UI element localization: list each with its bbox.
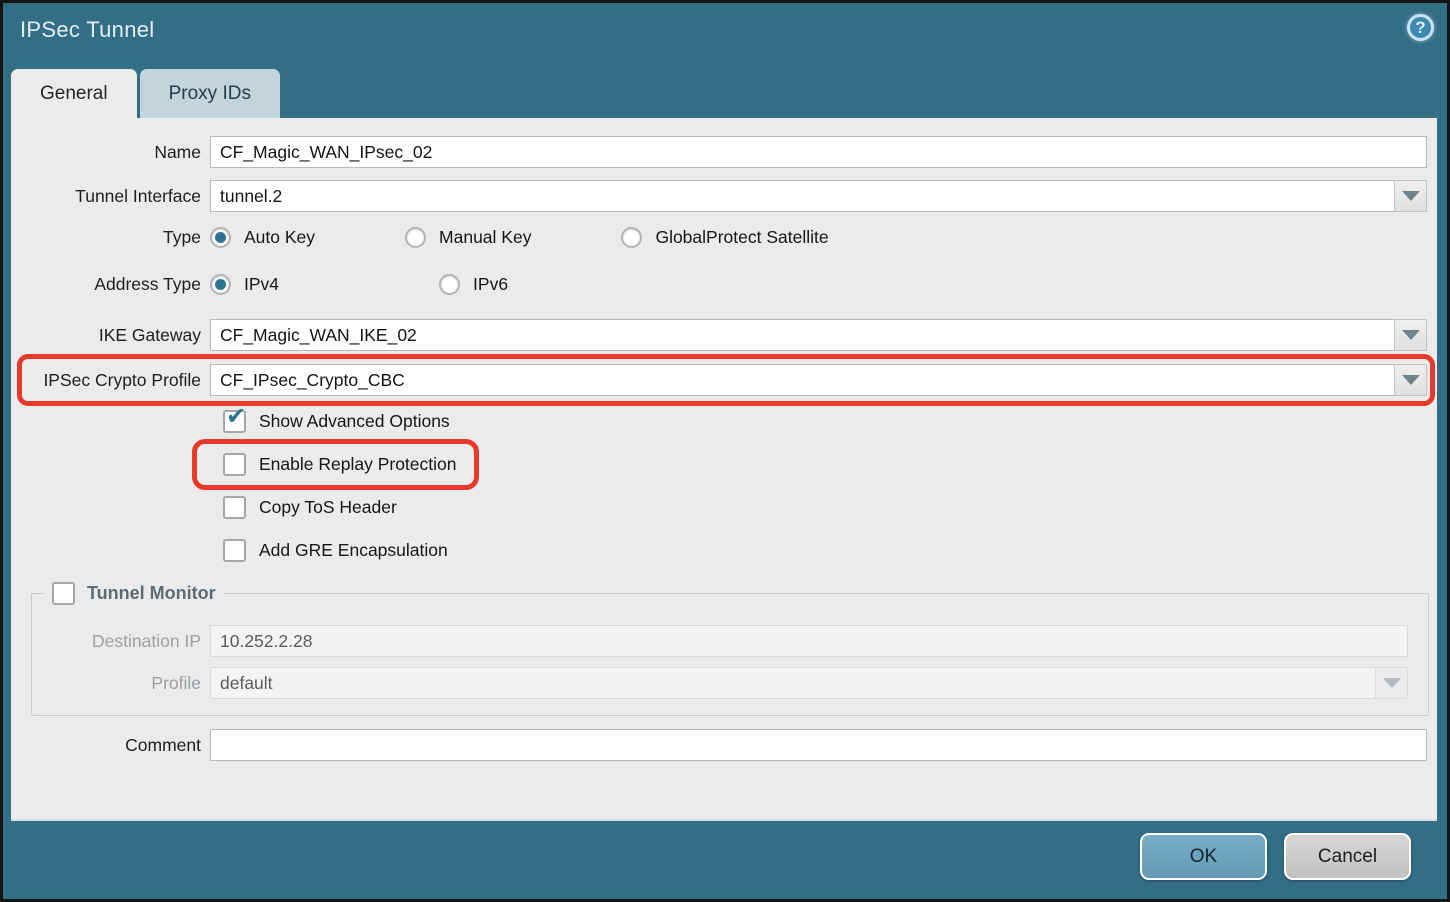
tunnel-interface-combo xyxy=(210,180,1427,212)
show-advanced-options-label: Show Advanced Options xyxy=(259,411,450,432)
help-icon[interactable]: ? xyxy=(1407,14,1434,41)
tunnel-monitor-group: Tunnel Monitor Destination IP Profile xyxy=(31,582,1429,716)
dialog-footer: OK Cancel xyxy=(3,815,1447,899)
type-row: Type Auto Key Manual Key GlobalProtect S… xyxy=(11,227,1427,248)
radio-unselected-icon[interactable] xyxy=(439,274,460,295)
checkbox-unchecked[interactable] xyxy=(223,539,246,562)
destination-ip-input xyxy=(210,625,1408,657)
footer-buttons: OK Cancel xyxy=(1140,833,1411,880)
address-type-row: Address Type IPv4 IPv6 xyxy=(11,274,1427,295)
name-row: Name xyxy=(11,136,1427,168)
checkbox-unchecked[interactable] xyxy=(223,453,246,476)
ipsec-crypto-profile-label: IPSec Crypto Profile xyxy=(11,370,210,391)
radio-manual-key-label: Manual Key xyxy=(439,227,531,248)
tunnel-monitor-legend: Tunnel Monitor xyxy=(44,582,224,605)
comment-row: Comment xyxy=(11,729,1427,761)
radio-manual-key[interactable]: Manual Key xyxy=(405,227,531,248)
enable-replay-protection-label: Enable Replay Protection xyxy=(259,454,456,475)
ike-gateway-label: IKE Gateway xyxy=(11,325,210,346)
copy-tos-header-row[interactable]: Copy ToS Header xyxy=(223,496,397,519)
chevron-down-icon xyxy=(1402,330,1420,340)
ike-gateway-input[interactable] xyxy=(210,319,1394,351)
radio-selected-icon[interactable] xyxy=(210,227,231,248)
radio-selected-icon[interactable] xyxy=(210,274,231,295)
ike-gateway-combo xyxy=(210,319,1427,351)
monitor-profile-dropdown-button xyxy=(1375,667,1408,699)
type-radio-group: Auto Key Manual Key GlobalProtect Satell… xyxy=(210,227,829,248)
monitor-profile-row: Profile xyxy=(32,667,1408,699)
monitor-profile-combo xyxy=(210,667,1408,699)
enable-replay-protection-row[interactable]: Enable Replay Protection xyxy=(223,453,456,476)
tunnel-interface-input[interactable] xyxy=(210,180,1394,212)
check-icon: ✔ xyxy=(226,405,246,429)
checkbox-checked[interactable]: ✔ xyxy=(223,410,246,433)
tunnel-interface-row: Tunnel Interface xyxy=(11,180,1427,212)
tab-general[interactable]: General xyxy=(11,69,137,118)
tunnel-interface-dropdown-button[interactable] xyxy=(1394,180,1427,212)
radio-ipv4[interactable]: IPv4 xyxy=(210,274,279,295)
radio-unselected-icon[interactable] xyxy=(405,227,426,248)
ipsec-crypto-profile-dropdown-button[interactable] xyxy=(1394,364,1427,396)
add-gre-encapsulation-label: Add GRE Encapsulation xyxy=(259,540,448,561)
radio-unselected-icon[interactable] xyxy=(621,227,642,248)
general-tab-panel: Name Tunnel Interface Type Auto Key xyxy=(11,118,1437,821)
copy-tos-header-label: Copy ToS Header xyxy=(259,497,397,518)
ipsec-crypto-profile-row: IPSec Crypto Profile xyxy=(11,364,1427,396)
ok-button[interactable]: OK xyxy=(1140,833,1267,880)
chevron-down-icon xyxy=(1402,375,1420,385)
name-label: Name xyxy=(11,142,210,163)
ipsec-tunnel-dialog: IPSec Tunnel ? General Proxy IDs Name Tu… xyxy=(0,0,1450,902)
ipsec-crypto-profile-input[interactable] xyxy=(210,364,1394,396)
cancel-button[interactable]: Cancel xyxy=(1284,833,1411,880)
radio-ipv6-label: IPv6 xyxy=(473,274,508,295)
tab-proxy-ids[interactable]: Proxy IDs xyxy=(140,69,280,118)
title-bar: IPSec Tunnel ? xyxy=(3,3,1447,66)
radio-ipv6[interactable]: IPv6 xyxy=(439,274,508,295)
monitor-profile-input xyxy=(210,667,1375,699)
radio-globalprotect-satellite[interactable]: GlobalProtect Satellite xyxy=(621,227,828,248)
name-input[interactable] xyxy=(210,136,1427,168)
comment-label: Comment xyxy=(11,735,210,756)
chevron-down-icon xyxy=(1383,678,1401,688)
tunnel-monitor-checkbox[interactable] xyxy=(52,582,75,605)
dialog-title: IPSec Tunnel xyxy=(20,17,154,43)
radio-auto-key-label: Auto Key xyxy=(244,227,315,248)
ipsec-crypto-profile-combo xyxy=(210,364,1427,396)
show-advanced-options-row[interactable]: ✔ Show Advanced Options xyxy=(223,410,450,433)
checkbox-unchecked[interactable] xyxy=(223,496,246,519)
radio-globalprotect-satellite-label: GlobalProtect Satellite xyxy=(655,227,828,248)
type-label: Type xyxy=(11,227,210,248)
ike-gateway-dropdown-button[interactable] xyxy=(1394,319,1427,351)
comment-input[interactable] xyxy=(210,729,1427,761)
address-type-radio-group: IPv4 IPv6 xyxy=(210,274,508,295)
monitor-profile-label: Profile xyxy=(32,673,210,694)
tab-bar: General Proxy IDs xyxy=(11,69,280,118)
radio-ipv4-label: IPv4 xyxy=(244,274,279,295)
radio-auto-key[interactable]: Auto Key xyxy=(210,227,315,248)
tunnel-monitor-label: Tunnel Monitor xyxy=(87,583,216,604)
destination-ip-label: Destination IP xyxy=(32,631,210,652)
tunnel-interface-label: Tunnel Interface xyxy=(11,186,210,207)
chevron-down-icon xyxy=(1402,191,1420,201)
ike-gateway-row: IKE Gateway xyxy=(11,319,1427,351)
destination-ip-row: Destination IP xyxy=(32,625,1408,657)
add-gre-encapsulation-row[interactable]: Add GRE Encapsulation xyxy=(223,539,448,562)
address-type-label: Address Type xyxy=(11,274,210,295)
